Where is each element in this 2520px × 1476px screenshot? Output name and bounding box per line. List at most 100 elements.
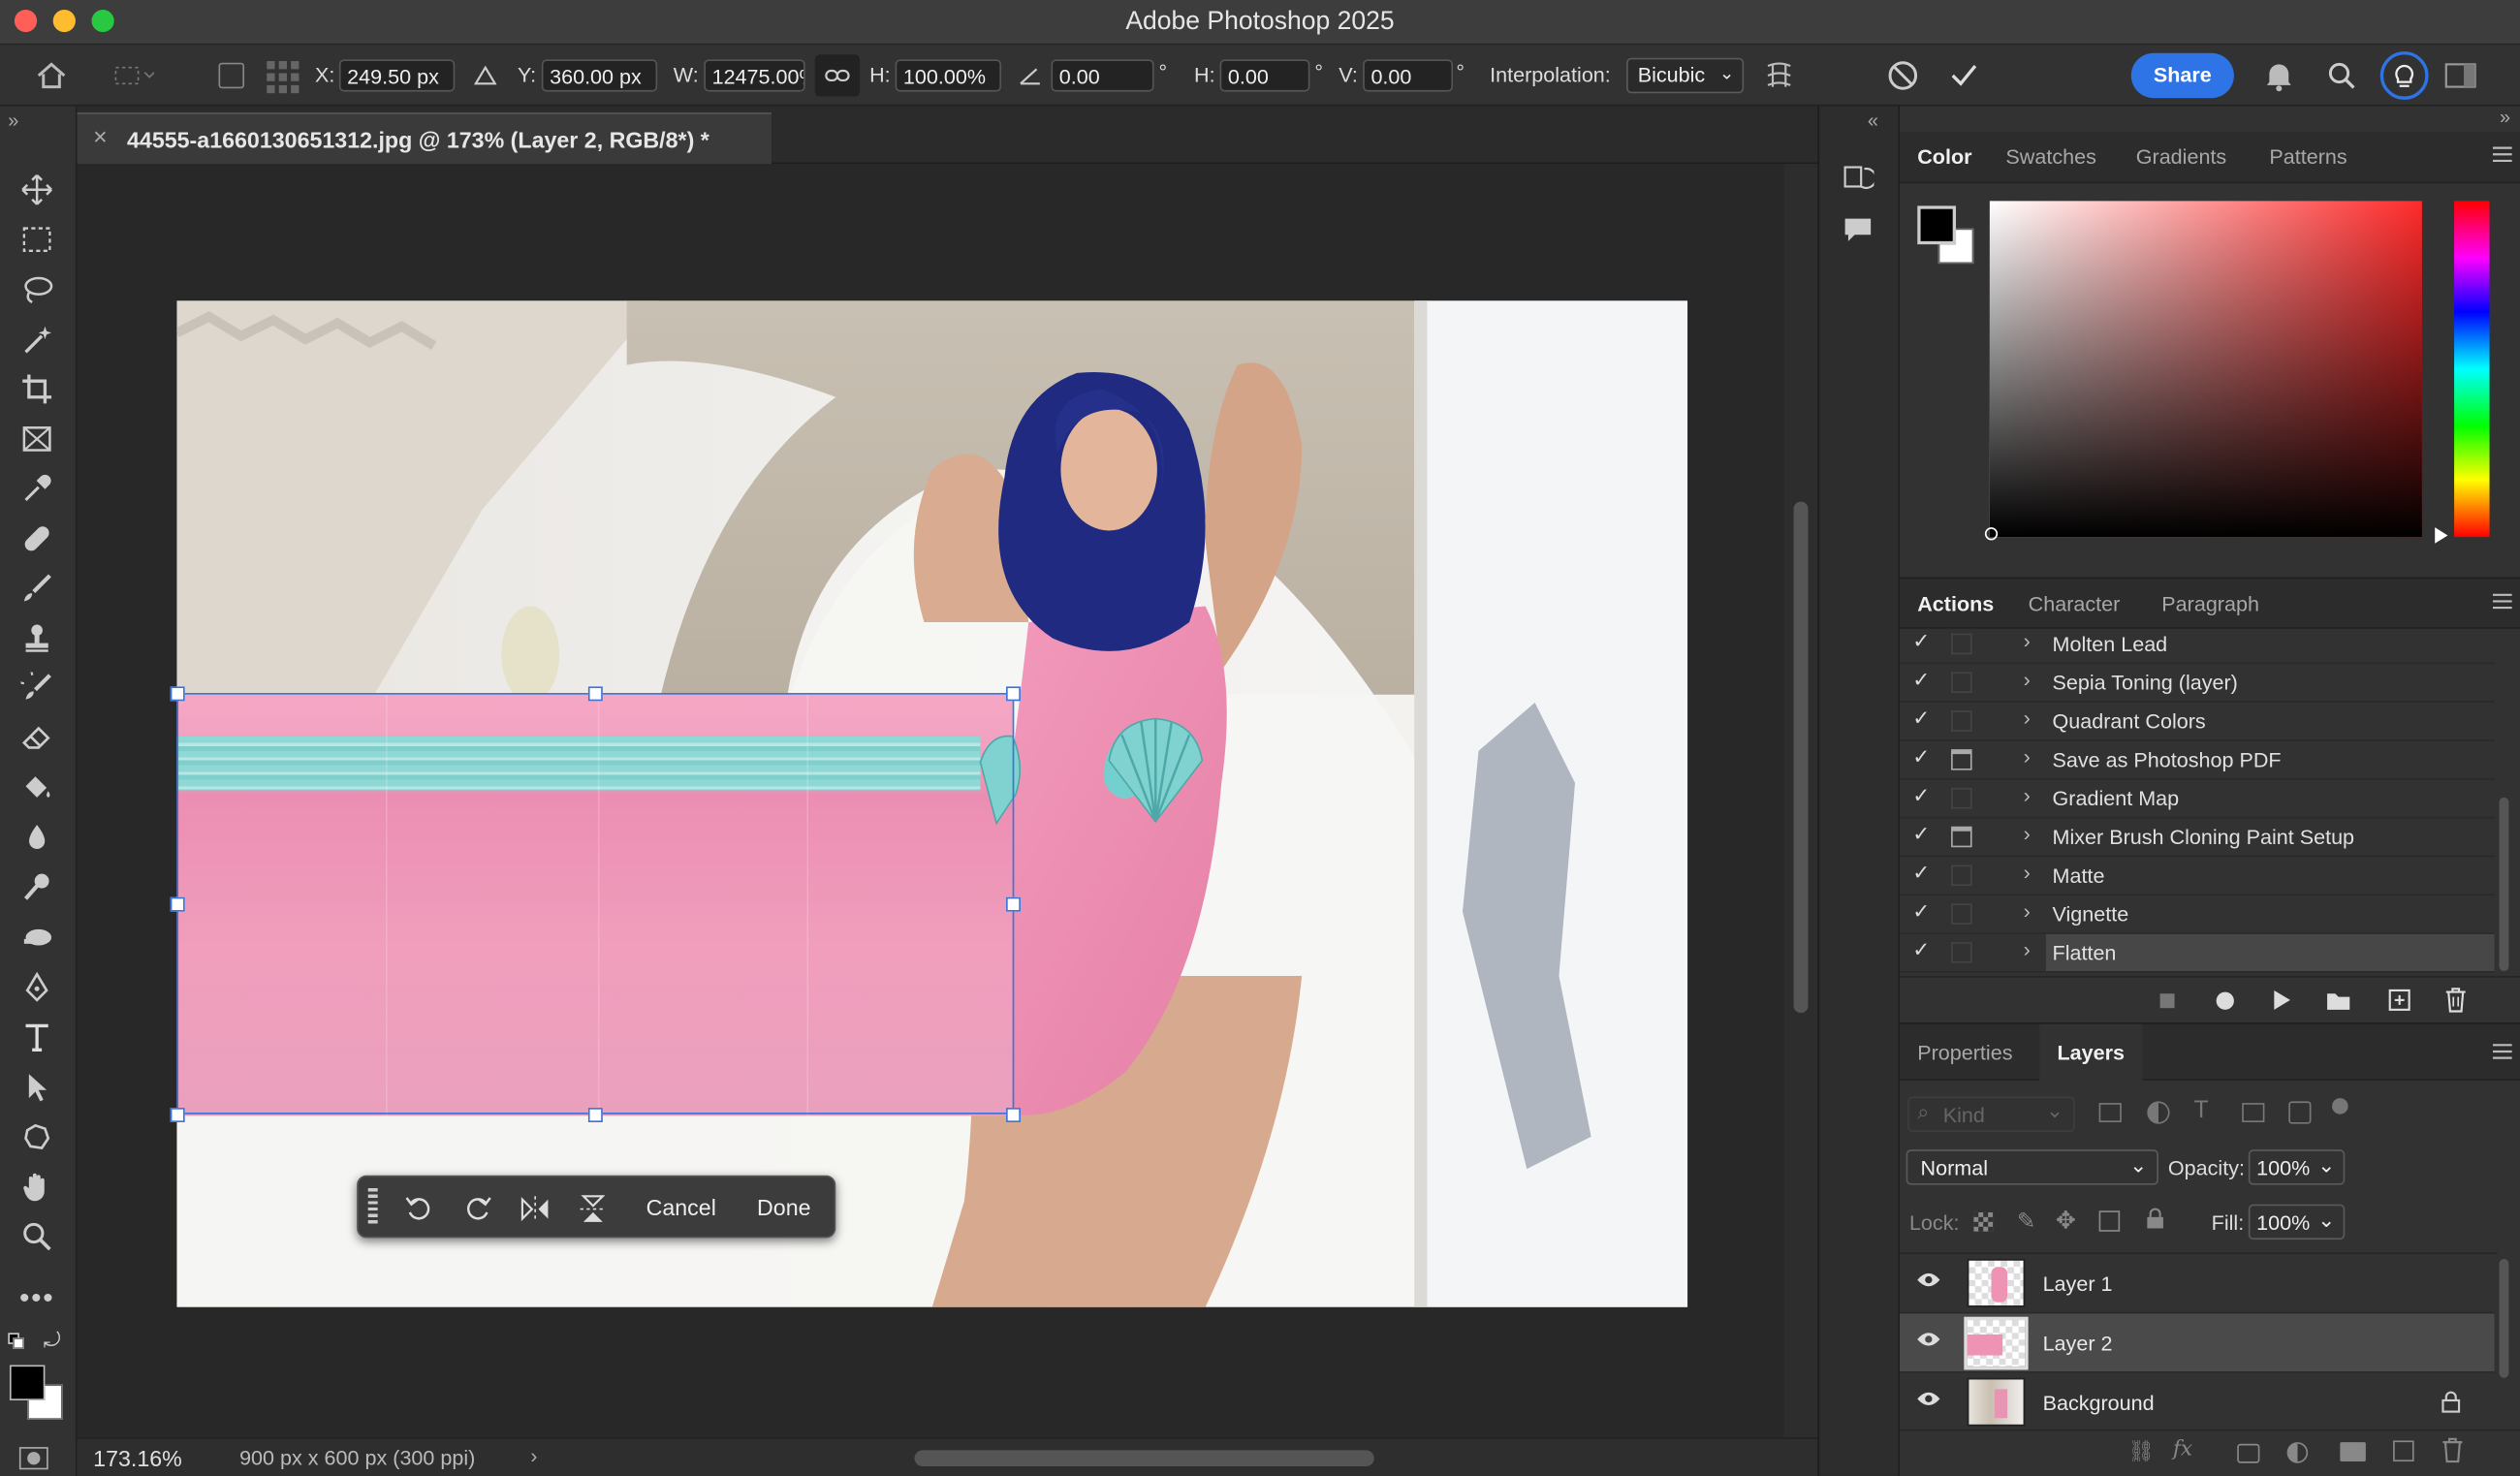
fx-icon[interactable]: fx [2173, 1437, 2192, 1461]
cancel-button[interactable]: Cancel [646, 1195, 716, 1221]
foreground-color-swatch[interactable] [9, 1365, 46, 1400]
canvas-area[interactable] [77, 164, 1784, 1438]
h-skew-field[interactable]: 0.00 [1219, 59, 1310, 92]
vertical-scrollbar[interactable] [1783, 164, 1818, 1438]
chevron-right-icon[interactable]: › [2024, 783, 2031, 807]
dialog-toggle[interactable] [1951, 942, 1972, 963]
angle-field[interactable]: 0.00 [1051, 59, 1154, 92]
flip-horizontal-icon[interactable] [518, 1191, 552, 1226]
transform-handle-top-middle[interactable] [587, 686, 603, 702]
check-icon[interactable]: ✓ [1912, 783, 1930, 809]
action-item[interactable]: ✓ › Save as Photoshop PDF [1899, 741, 2495, 780]
smudge-tool-icon[interactable] [10, 915, 64, 959]
move-tool-icon[interactable] [10, 168, 64, 212]
smart-object-filter-icon[interactable] [2288, 1101, 2312, 1124]
hand-tool-icon[interactable] [10, 1164, 64, 1209]
eraser-tool-icon[interactable] [10, 715, 64, 760]
chevron-right-icon[interactable]: › [2024, 822, 2031, 846]
hue-slider-marker[interactable] [2435, 527, 2448, 544]
lock-artboard-icon[interactable] [2098, 1210, 2121, 1232]
play-icon[interactable] [2274, 989, 2290, 1010]
zoom-level[interactable]: 173.16% [93, 1445, 182, 1471]
new-group-icon[interactable] [2340, 1442, 2366, 1462]
actions-scrollbar[interactable] [2498, 630, 2510, 974]
cancel-transform-icon[interactable] [1885, 58, 1920, 93]
chevron-right-icon[interactable]: › [2024, 898, 2031, 923]
clone-stamp-tool-icon[interactable] [10, 615, 64, 660]
shape-layer-filter-icon[interactable] [2242, 1103, 2265, 1122]
record-icon[interactable] [2216, 991, 2234, 1010]
eye-icon[interactable] [1916, 1330, 1942, 1354]
filter-toggle-icon[interactable] [2332, 1098, 2348, 1115]
eye-icon[interactable] [1916, 1389, 1942, 1413]
layer-name[interactable]: Layer 1 [2043, 1272, 2113, 1296]
discover-lightbulb-icon[interactable] [2379, 51, 2429, 100]
transform-handle-top-right[interactable] [1006, 686, 1021, 702]
panel-menu-icon[interactable] [2492, 1044, 2512, 1060]
warp-icon[interactable] [1761, 58, 1796, 93]
dialog-toggle[interactable] [1951, 633, 1972, 655]
panel-menu-icon[interactable] [2492, 593, 2512, 610]
tab-color[interactable]: Color [1917, 144, 1971, 169]
lock-image-pixels-icon[interactable]: ✎ [2017, 1208, 2035, 1235]
commit-transform-icon[interactable] [1946, 58, 1981, 93]
share-button[interactable]: Share [2130, 52, 2234, 99]
dialog-toggle[interactable] [1951, 672, 1972, 694]
add-mask-icon[interactable] [2237, 1443, 2260, 1463]
dialog-toggle[interactable] [1951, 787, 1972, 809]
paint-bucket-tool-icon[interactable] [10, 766, 64, 810]
transform-handle-top-left[interactable] [170, 686, 185, 702]
dialog-toggle-icon[interactable] [1951, 826, 1972, 848]
lock-icon[interactable] [2441, 1391, 2461, 1418]
path-selection-tool-icon[interactable] [10, 1064, 64, 1109]
brush-tool-icon[interactable] [10, 566, 64, 611]
check-icon[interactable]: ✓ [1912, 744, 1930, 770]
dialog-toggle[interactable] [1951, 864, 1972, 887]
transform-bounding-box[interactable] [176, 693, 1015, 1115]
blend-mode-select[interactable]: Normal ⌄ [1906, 1149, 2158, 1185]
dialog-toggle[interactable] [1951, 710, 1972, 732]
comments-panel-icon[interactable] [1839, 210, 1877, 249]
reference-point-grid-icon[interactable] [264, 58, 302, 97]
collapse-toolbar-icon[interactable]: » [8, 110, 18, 132]
transform-handle-bottom-right[interactable] [1006, 1108, 1021, 1122]
drag-handle-icon[interactable] [367, 1188, 378, 1227]
adjustment-layer-filter-icon[interactable] [2147, 1101, 2170, 1124]
stop-icon[interactable] [2159, 993, 2175, 1009]
action-item[interactable]: ✓ › Matte [1899, 857, 2495, 896]
check-icon[interactable]: ✓ [1912, 667, 1930, 693]
close-document-icon[interactable]: × [93, 124, 108, 151]
trash-icon[interactable] [2441, 986, 2471, 1015]
chevron-right-icon[interactable]: › [530, 1444, 537, 1468]
tab-gradients[interactable]: Gradients [2136, 144, 2226, 169]
vertical-scroll-thumb[interactable] [1793, 501, 1809, 1014]
action-item[interactable]: ✓ › Molten Lead [1899, 630, 2495, 665]
action-item[interactable]: ✓ › Sepia Toning (layer) [1899, 664, 2495, 703]
done-button[interactable]: Done [757, 1195, 810, 1221]
type-layer-filter-icon[interactable]: T [2193, 1096, 2208, 1123]
check-icon[interactable]: ✓ [1912, 937, 1930, 963]
check-icon[interactable]: ✓ [1912, 706, 1930, 732]
crop-tool-icon[interactable] [10, 366, 64, 411]
collapse-panels-icon[interactable]: « [1868, 110, 1878, 132]
fill-field[interactable]: 100% ⌄ [2248, 1204, 2346, 1240]
healing-brush-tool-icon[interactable] [10, 517, 64, 561]
new-layer-icon[interactable] [2393, 1440, 2414, 1462]
lock-transparent-icon[interactable] [1973, 1211, 1994, 1232]
chevron-right-icon[interactable]: › [2024, 861, 2031, 885]
transform-handle-middle-left[interactable] [170, 896, 185, 912]
horizontal-scroll-thumb[interactable] [914, 1450, 1374, 1467]
tab-patterns[interactable]: Patterns [2269, 144, 2347, 169]
tab-paragraph[interactable]: Paragraph [2161, 592, 2259, 616]
document-info[interactable]: 900 px x 600 px (300 ppi) [239, 1445, 475, 1469]
zoom-tool-icon[interactable] [10, 1214, 64, 1259]
tab-character[interactable]: Character [2029, 592, 2121, 616]
layer-name[interactable]: Background [2043, 1391, 2155, 1415]
transform-preset-icon[interactable] [110, 59, 158, 91]
chevron-right-icon[interactable]: › [2024, 667, 2031, 691]
flip-vertical-icon[interactable] [576, 1191, 611, 1226]
layer-name[interactable]: Layer 2 [2043, 1332, 2113, 1356]
check-icon[interactable]: ✓ [1912, 861, 1930, 887]
v-skew-field[interactable]: 0.00 [1363, 59, 1454, 92]
y-position-field[interactable]: 360.00 px [541, 59, 658, 92]
